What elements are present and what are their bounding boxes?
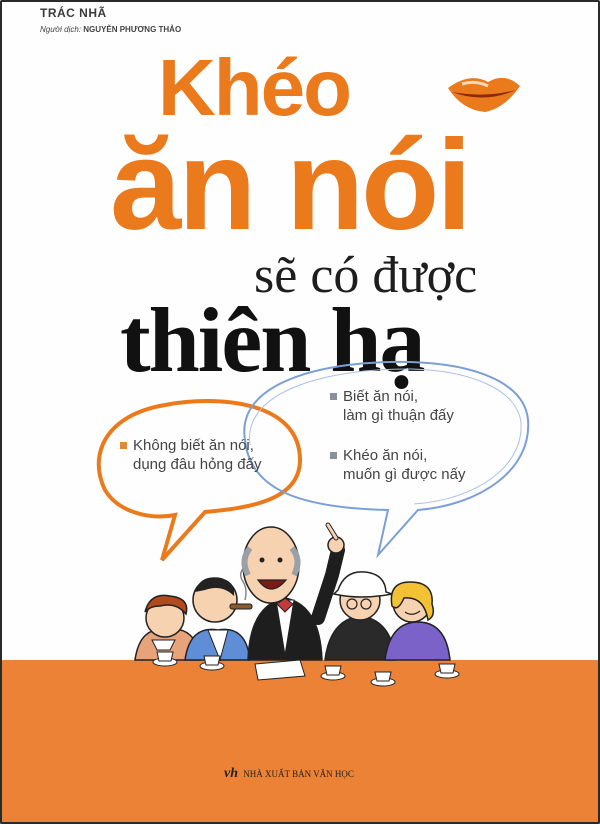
publisher-name: NHÀ XUẤT BẢN VĂN HỌC (243, 769, 354, 779)
publisher-logo: vh (224, 766, 238, 781)
man-cigar-figure (184, 565, 253, 662)
publisher-credit: vh NHÀ XUẤT BẢN VĂN HỌC (224, 766, 354, 782)
bald-man-figure (241, 522, 345, 661)
woman-right-figure (384, 581, 451, 661)
people-at-table-illustration (134, 522, 460, 687)
book-cover: TRÁC NHÃ Người dịch: NGUYỄN PHƯƠNG THẢO … (0, 0, 600, 824)
